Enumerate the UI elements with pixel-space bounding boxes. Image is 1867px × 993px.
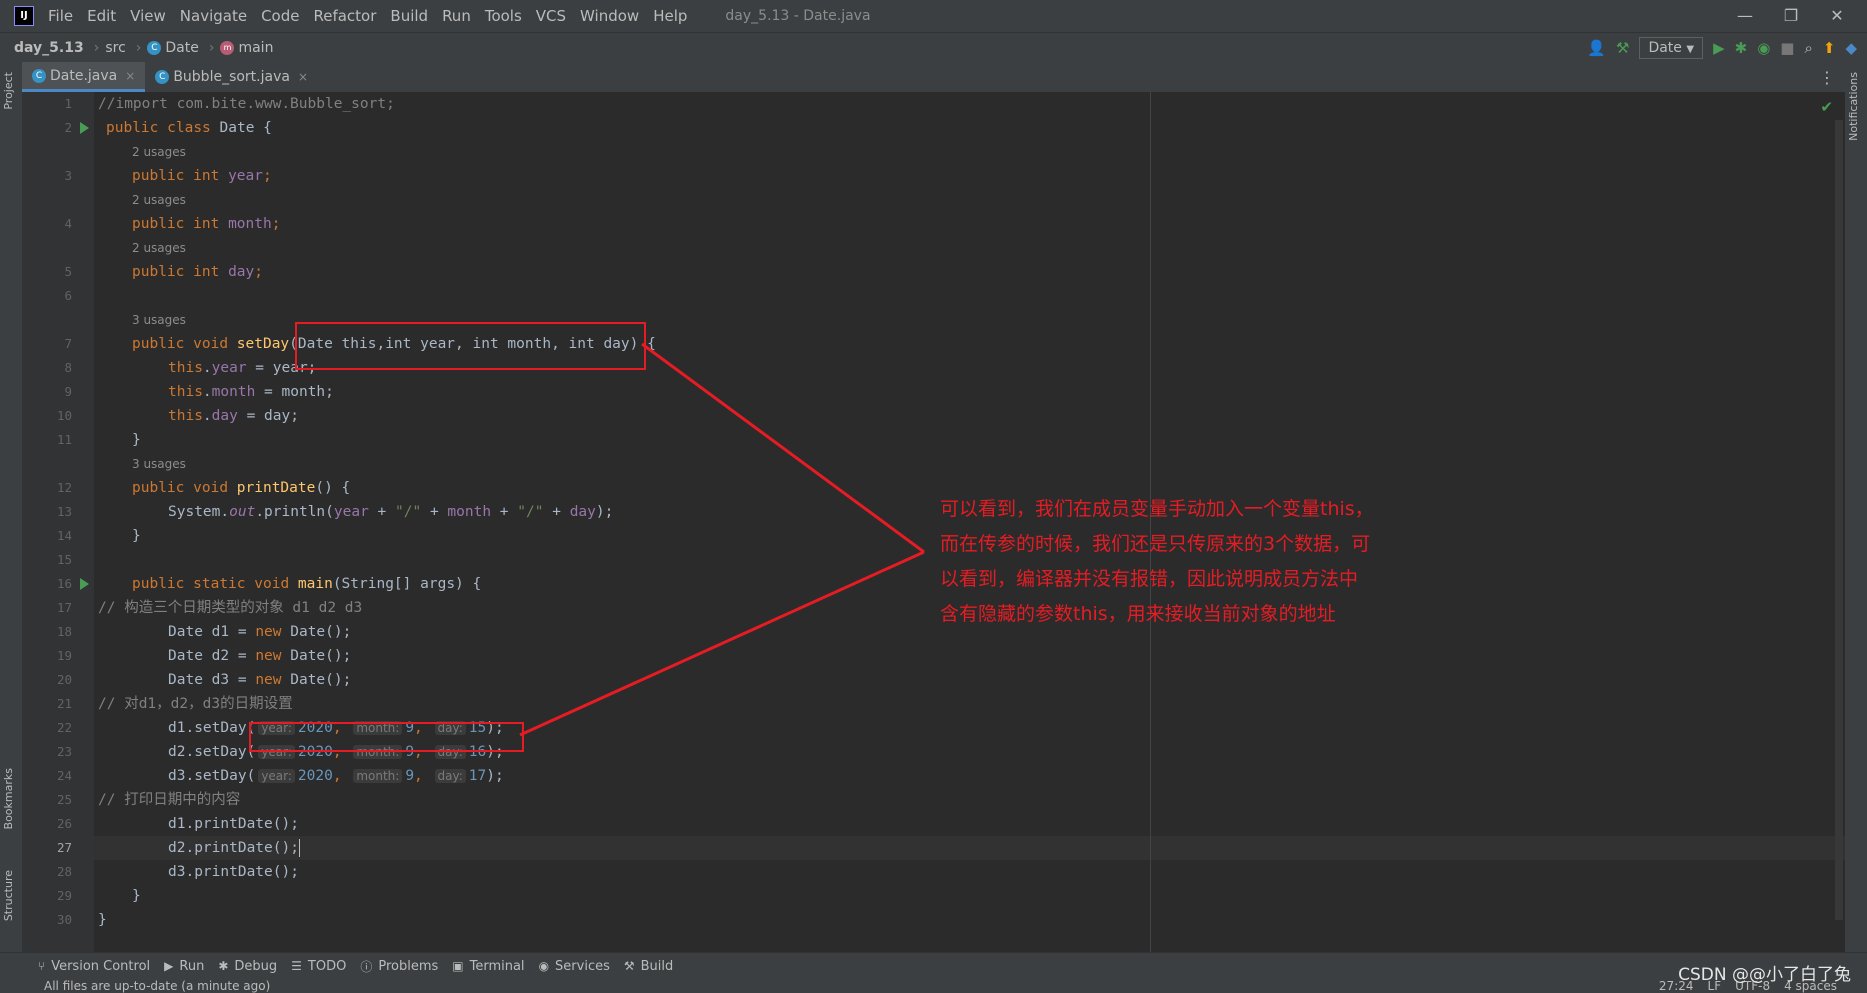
problems-tool-button[interactable]: ⓘ Problems xyxy=(360,958,438,975)
annotation-line-bottom xyxy=(519,550,925,737)
terminal-icon: ▣ xyxy=(452,959,464,973)
debug-tool-button[interactable]: ✱ Debug xyxy=(218,959,277,974)
annotation-line: 而在传参的时候，我们还是只传原来的3个数据，可 xyxy=(940,533,1371,555)
annotation-note: 可以看到，我们在成员变量手动加入一个变量this， 而在传参的时候，我们还是只传… xyxy=(940,492,1440,632)
annotation-arrows xyxy=(519,342,925,737)
branch-icon: ⑂ xyxy=(38,959,46,973)
run-tool-button[interactable]: ▶ Run xyxy=(164,959,204,974)
services-tool-button[interactable]: ◉ Services xyxy=(539,959,610,974)
status-bar: All files are up-to-date (a minute ago) … xyxy=(0,978,1867,993)
list-icon: ☰ xyxy=(291,959,302,973)
annotation-line: 可以看到，我们在成员变量手动加入一个变量this， xyxy=(940,498,1374,520)
terminal-tool-button[interactable]: ▣ Terminal xyxy=(452,959,524,974)
services-icon: ◉ xyxy=(538,959,550,973)
status-message: All files are up-to-date (a minute ago) xyxy=(44,979,271,993)
info-icon: ⓘ xyxy=(360,959,373,974)
bottom-tool-bar: ⑂ Version Control ▶ Run ✱ Debug ☰ TODO ⓘ Prob… xyxy=(0,952,1867,979)
todo-tool-button[interactable]: ☰ TODO xyxy=(291,959,346,974)
play-icon: ▶ xyxy=(164,959,174,973)
hammer-icon: ⚒ xyxy=(623,959,635,973)
bug-icon: ✱ xyxy=(218,959,229,973)
build-tool-button[interactable]: ⚒ Build xyxy=(624,959,673,974)
version-control-button[interactable]: ⑂ Version Control xyxy=(38,959,150,974)
annotation-line: 以看到，编译器并没有报错，因此说明成员方法中 xyxy=(940,568,1359,590)
csdn-watermark: CSDN @@小了白了兔 xyxy=(1678,965,1851,985)
annotation-line: 含有隐藏的参数this，用来接收当前对象的地址 xyxy=(940,603,1336,625)
annotation-line-top xyxy=(641,342,925,554)
